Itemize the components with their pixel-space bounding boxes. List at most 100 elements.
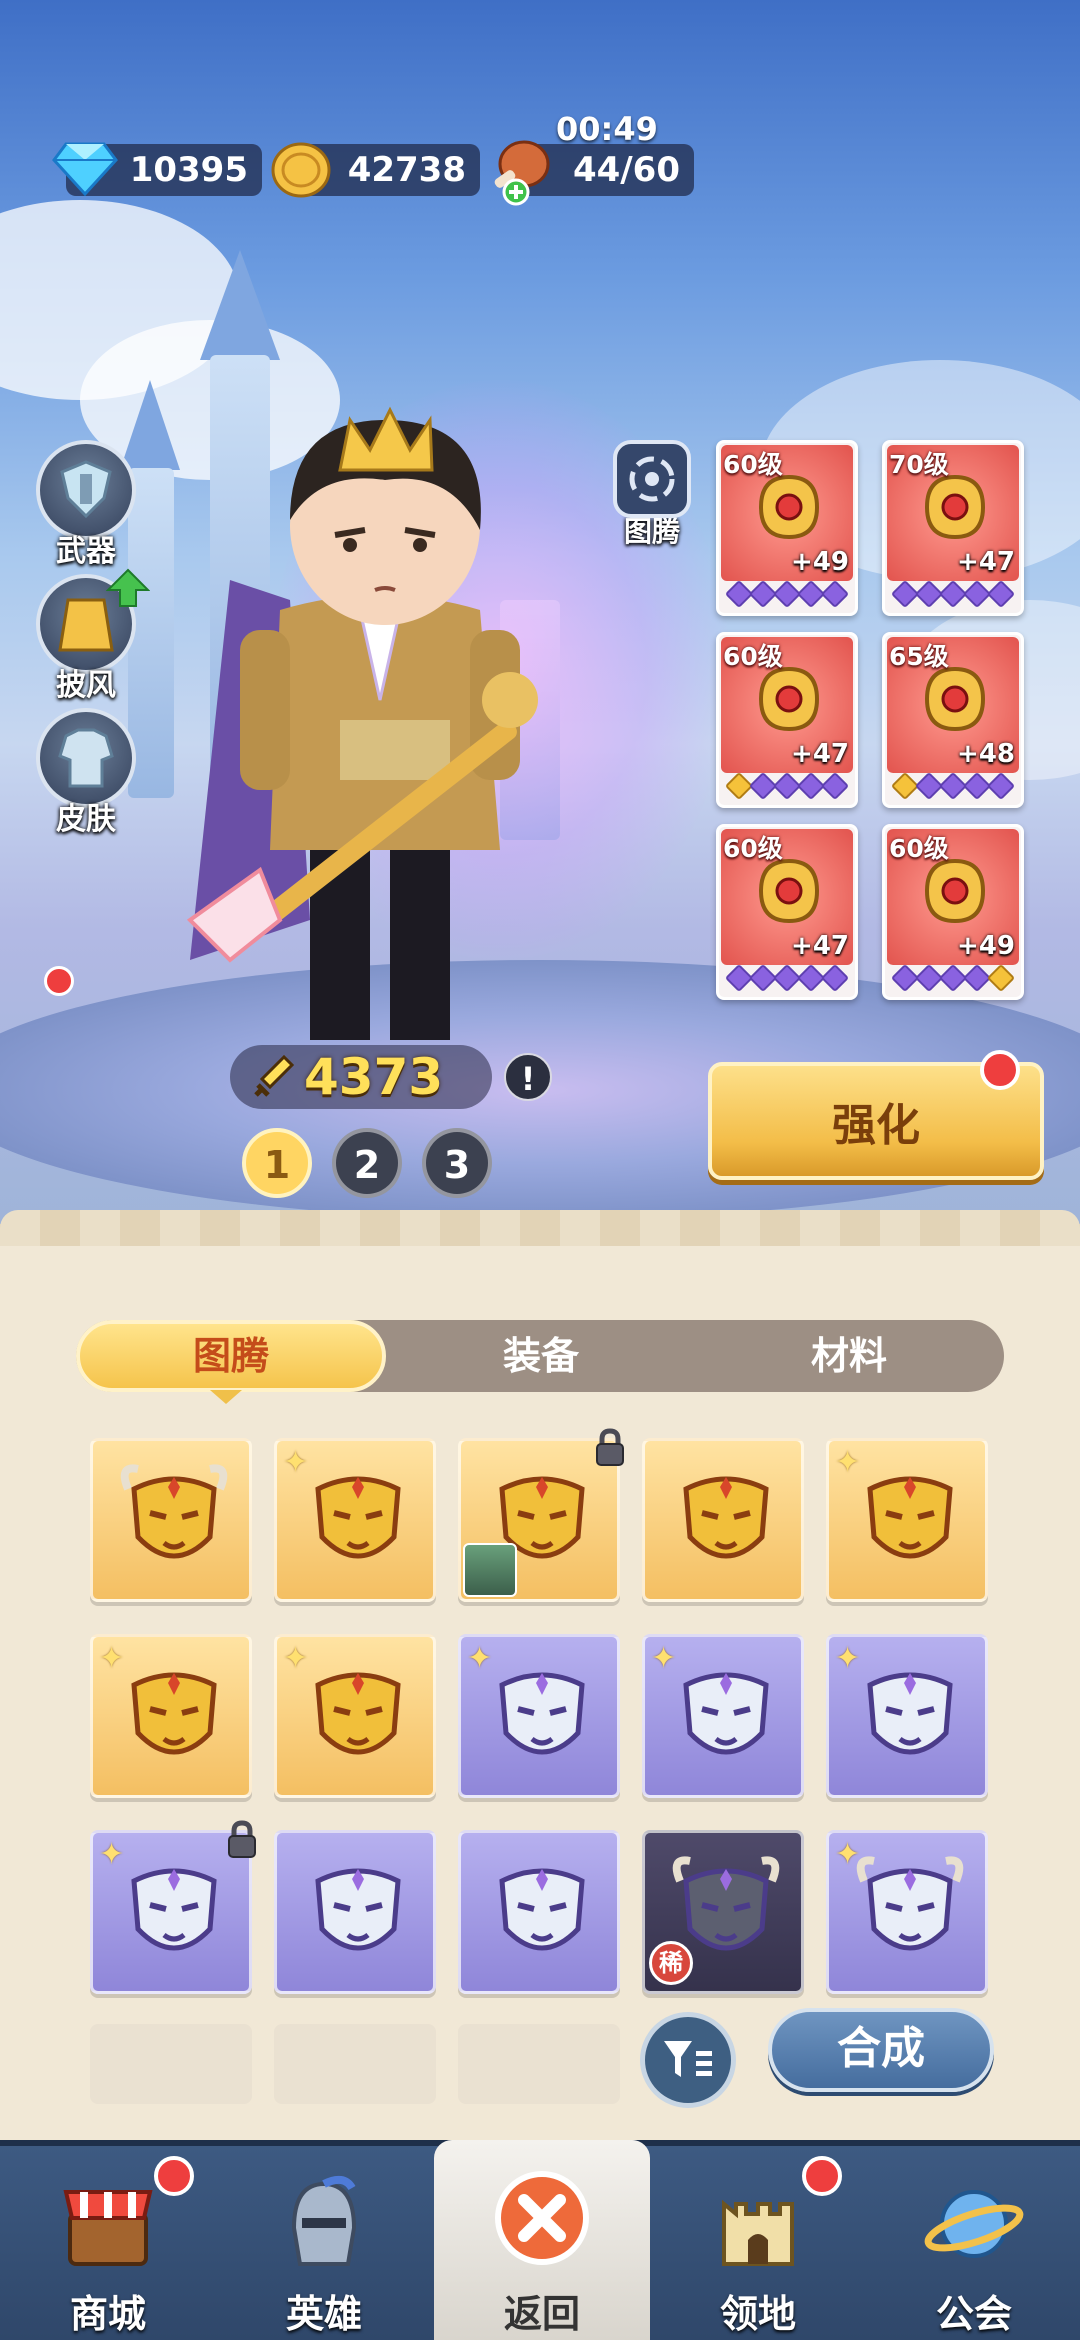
shop-stall-icon [63,2190,153,2266]
inventory-item[interactable]: ✦ [90,1634,252,1798]
equipment-level: 60级 [723,450,783,479]
star-icon: ✦ [467,1641,493,1676]
quality-pips [885,963,1021,993]
inventory-item[interactable]: ✦ [274,1634,436,1798]
lock-icon [228,1820,256,1858]
gem-icon [52,142,118,196]
inventory-item[interactable] [90,1438,252,1602]
knight-helmet-icon [291,2175,357,2266]
power-display: 4373 [230,1045,492,1109]
inventory-item[interactable] [642,1438,804,1602]
tab-materials[interactable]: 材料 [694,1320,1004,1392]
quality-pip [986,963,1016,993]
inventory-item[interactable]: ✦ [826,1438,988,1602]
equipment-enhance-level: +47 [791,739,849,769]
equipment-level: 70级 [889,450,949,479]
nav-territory-badge [802,2156,842,2196]
tab-equipment[interactable]: 装备 [386,1320,696,1392]
white-tiger-mask-icon [131,1868,217,1951]
inventory-item[interactable]: ✦ [458,1634,620,1798]
inventory-item[interactable] [274,1830,436,1994]
star-icon: ✦ [283,1641,309,1676]
white-tiger-mask-icon [867,1672,953,1755]
inventory-item[interactable]: ✦ [826,1634,988,1798]
nav-shop-badge [154,2156,194,2196]
inventory-item[interactable]: ✦ [274,1438,436,1602]
gems-value: 10395 [129,150,248,190]
star-icon: ✦ [99,1837,125,1872]
inventory-item[interactable] [458,1428,624,1602]
filter-icon [664,2041,712,2077]
equipment-level: 60级 [889,834,949,863]
equipment-slot[interactable]: 60级 +49 [882,824,1024,1000]
quality-pips [719,963,855,993]
lock-icon [596,1428,624,1466]
inventory-item[interactable] [458,1830,620,1994]
totem-icon [613,440,691,518]
page-2-button[interactable]: 2 [332,1128,402,1198]
phoenix-mask-icon [315,1476,401,1559]
quality-pips [885,579,1021,609]
quality-pips [719,771,855,801]
star-icon: ✦ [835,1641,861,1676]
strengthen-label: 强化 [832,1100,920,1151]
castle-tower-icon [722,2199,794,2266]
planet-icon [924,2190,1024,2258]
skin-label: 皮肤 [56,802,116,837]
page-3-button[interactable]: 3 [422,1128,492,1198]
inventory-item[interactable]: 稀 [642,1830,804,1994]
tab-indicator [210,1390,242,1404]
weapon-button[interactable]: 武器 [34,440,138,570]
equipment-slot[interactable]: 65级 +48 [882,632,1024,808]
cape-label: 披风 [56,668,116,703]
white-tiger-mask-icon [683,1672,769,1755]
nav-shop-label: 商城 [69,2292,146,2336]
inventory-panel: 图腾 装备 材料 ✦ ✦ ✦ ✦ ✦ ✦ ✦ ✦ 稀 ✦ [0,1210,1080,2144]
quality-pip [820,771,850,801]
strengthen-badge [980,1050,1020,1090]
equipment-slot[interactable]: 60级 +47 [716,632,858,808]
owl-mask-icon [867,1476,953,1559]
stamina-timer: 00:49 [556,110,658,148]
compose-label: 合成 [837,2023,925,2074]
nav-hero[interactable]: 英雄 [216,2146,432,2340]
filter-button[interactable] [640,2012,736,2108]
inventory-item-faded [274,2024,436,2104]
star-icon: ✦ [99,1641,125,1676]
inventory-item[interactable]: ✦ [90,1820,256,1994]
nav-guild[interactable]: 公会 [866,2146,1080,2340]
compose-button[interactable]: 合成 [768,2008,994,2092]
hero-character[interactable] [170,400,600,1060]
nav-hero-label: 英雄 [285,2292,362,2336]
weapon-icon [36,440,136,540]
tab-totem[interactable]: 图腾 [76,1320,386,1392]
equipment-slot[interactable]: 60级 +47 [716,824,858,1000]
inventory-item-faded [458,2024,620,2104]
quality-pip [820,579,850,609]
dragon-mask-icon [131,1672,217,1755]
coin-icon [271,142,331,198]
notification-dot [44,966,74,996]
cape-button[interactable]: 披风 [34,568,150,704]
star-icon: ✦ [835,1837,861,1872]
equipment-level: 60级 [723,834,783,863]
nav-back[interactable]: 返回 [434,2140,650,2340]
bottom-navigation: 商城 英雄 返回 领地 公会 [0,2140,1080,2340]
equipment-slot[interactable]: 60级 +49 [716,440,858,616]
star-icon: ✦ [283,1445,309,1480]
rare-badge: 稀 [649,1941,693,1985]
castle-roof [200,250,280,360]
skin-button[interactable]: 皮肤 [34,708,138,838]
equipment-enhance-level: +47 [957,547,1015,577]
equipment-slot[interactable]: 70级 +47 [882,440,1024,616]
inventory-item[interactable]: ✦ [826,1830,988,1994]
nav-guild-label: 公会 [935,2292,1012,2336]
skin-icon [36,708,136,808]
page-1-button[interactable]: 1 [242,1128,312,1198]
inventory-item[interactable]: ✦ [642,1634,804,1798]
totem-button[interactable]: 图腾 [612,440,692,550]
power-info-button[interactable]: ! [504,1053,552,1101]
close-icon [495,2171,589,2265]
inventory-tabs: 图腾 装备 材料 [76,1320,1004,1392]
quality-pips [719,579,855,609]
